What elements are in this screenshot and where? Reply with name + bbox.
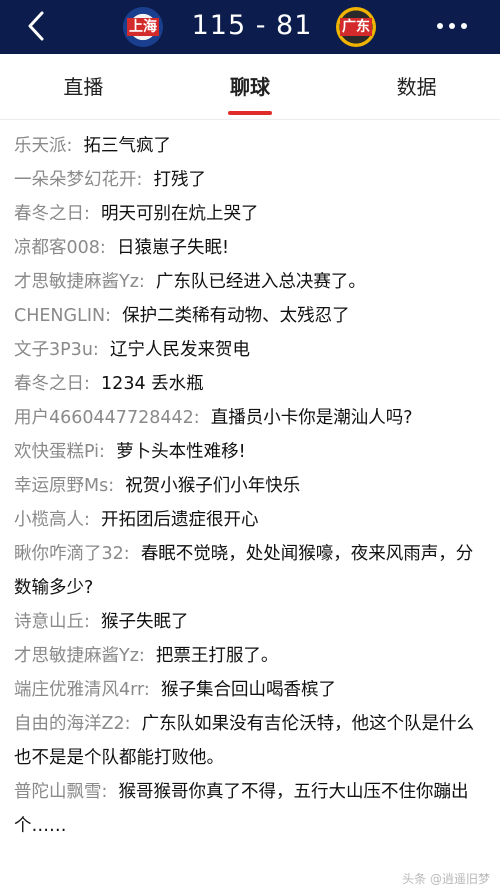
chat-message: 普陀山飘雪: 猴哥猴哥你真了不得，五行大山压不住你蹦出个…… [14,775,486,843]
message-text: 1234 丢水瓶 [101,374,204,394]
message-username[interactable]: 一朵朵梦幻花开: [14,170,142,190]
message-username[interactable]: 才思敏捷麻酱Yz: [14,272,145,292]
tab-bar: 直播 聊球 数据 [0,54,500,120]
chat-message: 欢快蛋糕Pi: 萝卜头本性难移! [14,435,486,469]
message-text: 猴子失眠了 [101,612,189,632]
message-text: 保护二类稀有动物、太残忍了 [122,306,350,326]
message-text: 明天可别在炕上哭了 [101,204,259,224]
message-username[interactable]: CHENGLIN: [14,306,111,326]
message-text: 开拓团后遗症很开心 [101,510,259,530]
message-username[interactable]: 才思敏捷麻酱Yz: [14,646,145,666]
tab-stats[interactable]: 数据 [333,54,500,119]
game-header: 上海 115 - 81 广东 [0,0,500,54]
chat-message-list[interactable]: 乐天派: 拓三气疯了 一朵朵梦幻花开: 打残了 春冬之日: 明天可别在炕上哭了 … [0,121,500,893]
tab-chat-label: 聊球 [230,75,270,99]
message-username[interactable]: 欢快蛋糕Pi: [14,442,105,462]
message-text: 日猿崽子失眠! [116,238,229,258]
more-button[interactable] [432,14,472,38]
back-button[interactable] [20,8,56,44]
chat-message: 小榄高人: 开拓团后遗症很开心 [14,503,486,537]
message-username[interactable]: 乐天派: [14,136,72,156]
message-text: 辽宁人民发来贺电 [109,340,250,360]
chat-message: 凉都客008: 日猿崽子失眠! [14,231,486,265]
chat-message: 一朵朵梦幻花开: 打残了 [14,163,486,197]
away-team-logo-text: 广东 [340,18,372,36]
tab-chat[interactable]: 聊球 [167,54,334,119]
chat-message: 春冬之日: 1234 丢水瓶 [14,367,486,401]
message-text: 拓三气疯了 [83,136,172,156]
chat-message: 瞅你咋滴了32: 春眠不觉晓，处处闻猴嚎，夜来风雨声，分数输多少? [14,537,486,605]
message-text: 打残了 [153,170,207,190]
active-tab-indicator [228,111,272,115]
message-username[interactable]: 文子3P3u: [14,340,99,360]
message-text: 广东队已经进入总决赛了。 [155,272,366,292]
tab-live-label: 直播 [63,75,104,99]
watermark: 头条 @逍遥旧梦 [402,872,490,886]
message-username[interactable]: 用户4660447728442: [14,408,200,428]
message-username[interactable]: 小榄高人: [14,510,90,530]
tab-stats-label: 数据 [396,75,437,99]
chat-message: 用户4660447728442: 直播员小卡你是潮汕人吗? [14,401,486,435]
back-arrow-icon [28,11,44,41]
message-username[interactable]: 端庄优雅清风4rr: [14,680,150,700]
message-username[interactable]: 春冬之日: [14,374,90,394]
chat-message: 端庄优雅清风4rr: 猴子集合回山喝香槟了 [14,673,486,707]
chat-message: 文子3P3u: 辽宁人民发来贺电 [14,333,486,367]
message-username[interactable]: 自由的海洋Z2: [14,714,131,734]
message-text: 把票王打服了。 [155,646,279,666]
home-team-logo-text: 上海 [127,18,159,36]
chat-message: 乐天派: 拓三气疯了 [14,129,486,163]
chat-message: 自由的海洋Z2: 广东队如果没有吉伦沃特，他这个队是什么也不是是个队都能打败他。 [14,707,486,775]
more-dots-icon [437,23,467,29]
game-score: 115 - 81 [191,10,313,41]
message-text: 祝贺小猴子们小年快乐 [125,476,301,496]
message-text: 萝卜头本性难移! [116,442,246,462]
message-username[interactable]: 凉都客008: [14,238,106,258]
message-username[interactable]: 普陀山飘雪: [14,782,107,802]
message-username[interactable]: 幸运原野Ms: [14,476,114,496]
chat-message: 诗意山丘: 猴子失眠了 [14,605,486,639]
message-username[interactable]: 春冬之日: [14,204,90,224]
message-username[interactable]: 瞅你咋滴了32: [14,544,130,564]
chat-message: 春冬之日: 明天可别在炕上哭了 [14,197,486,231]
message-username[interactable]: 诗意山丘: [14,612,90,632]
message-text: 直播员小卡你是潮汕人吗? [210,408,413,428]
home-team-logo[interactable]: 上海 [123,7,163,47]
chat-message: 幸运原野Ms: 祝贺小猴子们小年快乐 [14,469,486,503]
away-team-logo[interactable]: 广东 [336,7,376,47]
chat-message: 才思敏捷麻酱Yz: 把票王打服了。 [14,639,486,673]
chat-message: 才思敏捷麻酱Yz: 广东队已经进入总决赛了。 [14,265,486,299]
chat-message: CHENGLIN: 保护二类稀有动物、太残忍了 [14,299,486,333]
tab-live[interactable]: 直播 [0,54,167,119]
message-text: 猴子集合回山喝香槟了 [160,680,336,700]
